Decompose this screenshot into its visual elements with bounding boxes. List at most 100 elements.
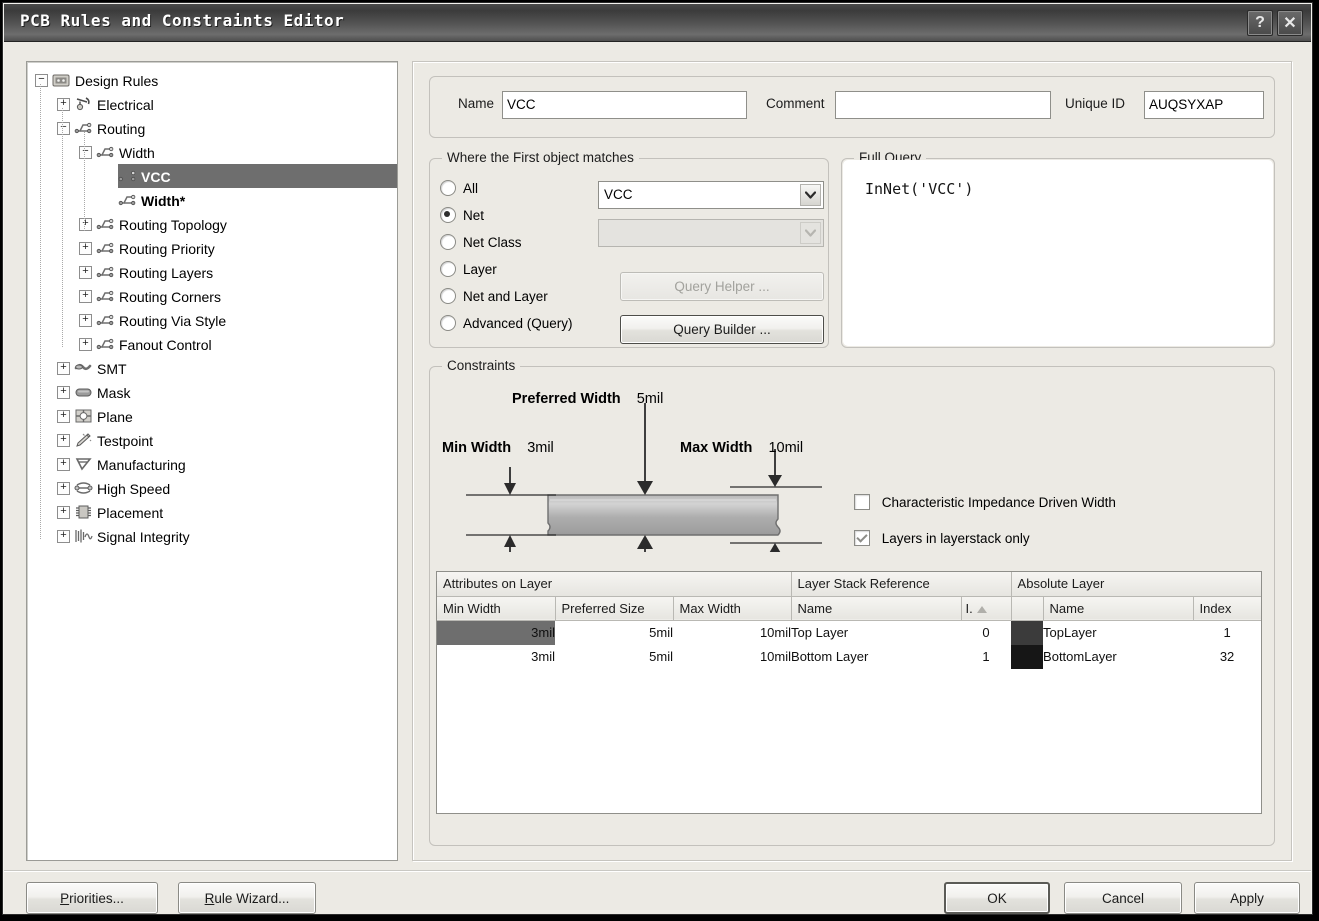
- column-header-preferred-size[interactable]: Preferred Size: [555, 596, 673, 620]
- tree-item-width[interactable]: −Width: [27, 140, 397, 164]
- cell-preferred-size[interactable]: 5mil: [555, 620, 673, 645]
- layers-in-layerstack-checkbox[interactable]: Layers in layerstack only: [854, 531, 1030, 547]
- tree-item-mask[interactable]: +Mask: [27, 380, 397, 404]
- radio-net-class[interactable]: Net Class: [440, 235, 522, 251]
- query-builder-button[interactable]: Query Builder ...: [620, 315, 824, 344]
- cell-absolute-index[interactable]: 32: [1193, 645, 1261, 669]
- expand-toggle-icon[interactable]: +: [57, 362, 70, 375]
- tree-item-plane[interactable]: +Plane: [27, 404, 397, 428]
- cell-stack-index[interactable]: 1: [961, 645, 1011, 669]
- layer-constraints-table[interactable]: Attributes on Layer Layer Stack Referenc…: [436, 571, 1262, 814]
- cell-layer-color[interactable]: [1011, 620, 1043, 645]
- radio-indicator[interactable]: [440, 234, 456, 250]
- full-query-textarea[interactable]: InNet('VCC'): [843, 160, 1273, 346]
- tree-item-routing-corners[interactable]: +Routing Corners: [27, 284, 397, 308]
- expand-toggle-icon[interactable]: +: [57, 530, 70, 543]
- expand-toggle-icon[interactable]: +: [57, 434, 70, 447]
- checkbox-box[interactable]: [854, 494, 870, 510]
- expand-toggle-icon[interactable]: +: [79, 314, 92, 327]
- cell-max-width[interactable]: 10mil: [673, 645, 791, 669]
- help-button[interactable]: ?: [1247, 10, 1273, 36]
- rules-tree-panel[interactable]: −Design Rules+Electrical−Routing−Width+V…: [26, 61, 398, 861]
- group-header-absolute-layer[interactable]: Absolute Layer: [1011, 572, 1261, 596]
- apply-button[interactable]: Apply: [1194, 882, 1300, 914]
- group-header-attributes-on-layer[interactable]: Attributes on Layer: [437, 572, 791, 596]
- cell-preferred-size[interactable]: 5mil: [555, 645, 673, 669]
- tree-item-routing-via-style[interactable]: +Routing Via Style: [27, 308, 397, 332]
- expand-toggle-icon[interactable]: +: [57, 386, 70, 399]
- column-header-absolute-index[interactable]: Index: [1193, 596, 1261, 620]
- column-header-min-width[interactable]: Min Width: [437, 596, 555, 620]
- radio-indicator[interactable]: [440, 288, 456, 304]
- tree-item-routing-priority[interactable]: +Routing Priority: [27, 236, 397, 260]
- tree-item-routing[interactable]: −Routing: [27, 116, 397, 140]
- unique-id-input[interactable]: AUQSYXAP: [1144, 91, 1264, 119]
- tree-item-high-speed[interactable]: + High Speed: [27, 476, 397, 500]
- radio-indicator[interactable]: [440, 180, 456, 196]
- group-header-layer-stack-reference[interactable]: Layer Stack Reference: [791, 572, 1011, 596]
- tree-item-vcc[interactable]: +VCC: [27, 164, 397, 188]
- expand-toggle-icon[interactable]: +: [79, 338, 92, 351]
- column-header-stack-name[interactable]: Name: [791, 596, 961, 620]
- radio-indicator[interactable]: [440, 207, 456, 223]
- characteristic-impedance-checkbox[interactable]: Characteristic Impedance Driven Width: [854, 495, 1116, 511]
- cell-stack-index[interactable]: 0: [961, 620, 1011, 645]
- radio-net-and-layer[interactable]: Net and Layer: [440, 289, 548, 305]
- collapse-toggle-icon[interactable]: −: [79, 146, 92, 159]
- tree-item-electrical[interactable]: +Electrical: [27, 92, 397, 116]
- radio-net[interactable]: Net: [440, 208, 484, 224]
- cell-max-width[interactable]: 10mil: [673, 620, 791, 645]
- rule-wizard-button[interactable]: Rule Wizard...: [178, 882, 316, 914]
- tree-item-routing-topology[interactable]: +Routing Topology: [27, 212, 397, 236]
- close-button[interactable]: ✕: [1277, 10, 1303, 36]
- cell-absolute-name[interactable]: TopLayer: [1043, 620, 1193, 645]
- collapse-toggle-icon[interactable]: −: [35, 74, 48, 87]
- tree-item-fanout-control[interactable]: +Fanout Control: [27, 332, 397, 356]
- radio-indicator[interactable]: [440, 261, 456, 277]
- collapse-toggle-icon[interactable]: −: [57, 122, 70, 135]
- column-header-layer-color[interactable]: [1011, 596, 1043, 620]
- cell-min-width[interactable]: 3mil: [437, 620, 555, 645]
- expand-toggle-icon[interactable]: +: [79, 290, 92, 303]
- expand-toggle-icon[interactable]: +: [57, 506, 70, 519]
- name-input[interactable]: VCC: [502, 91, 747, 119]
- tree-item-testpoint[interactable]: +Testpoint: [27, 428, 397, 452]
- tree-item-design-rules[interactable]: −Design Rules: [27, 68, 397, 92]
- radio-all[interactable]: All: [440, 181, 478, 197]
- table-row[interactable]: 3mil5mil10milBottom Layer1 BottomLayer32: [437, 645, 1261, 669]
- tree-item-width[interactable]: +Width*: [27, 188, 397, 212]
- cell-layer-color[interactable]: [1011, 645, 1043, 669]
- cell-absolute-index[interactable]: 1: [1193, 620, 1261, 645]
- tree-item-placement[interactable]: +Placement: [27, 500, 397, 524]
- expand-toggle-icon[interactable]: +: [57, 410, 70, 423]
- chevron-down-icon[interactable]: [800, 184, 821, 206]
- tree-item-label: High Speed: [94, 477, 176, 501]
- expand-toggle-icon[interactable]: +: [57, 458, 70, 471]
- tree-item-signal-integrity[interactable]: +Signal Integrity: [27, 524, 397, 548]
- radio-advanced-query[interactable]: Advanced (Query): [440, 316, 573, 332]
- radio-indicator[interactable]: [440, 315, 456, 331]
- column-header-max-width[interactable]: Max Width: [673, 596, 791, 620]
- tree-item-smt[interactable]: +SMT: [27, 356, 397, 380]
- checkbox-box[interactable]: [854, 530, 870, 546]
- tree-item-routing-layers[interactable]: +Routing Layers: [27, 260, 397, 284]
- radio-layer[interactable]: Layer: [440, 262, 497, 278]
- cancel-button[interactable]: Cancel: [1064, 882, 1182, 914]
- cell-absolute-name[interactable]: BottomLayer: [1043, 645, 1193, 669]
- tree-item-manufacturing[interactable]: +Manufacturing: [27, 452, 397, 476]
- expand-toggle-icon[interactable]: +: [79, 218, 92, 231]
- expand-toggle-icon[interactable]: +: [57, 482, 70, 495]
- priorities-button[interactable]: Priorities...: [26, 882, 158, 914]
- cell-min-width[interactable]: 3mil: [437, 645, 555, 669]
- net-combo[interactable]: VCC: [598, 181, 824, 209]
- comment-input[interactable]: [835, 91, 1051, 119]
- cell-stack-name[interactable]: Bottom Layer: [791, 645, 961, 669]
- ok-button[interactable]: OK: [944, 882, 1050, 914]
- column-header-absolute-name[interactable]: Name: [1043, 596, 1193, 620]
- cell-stack-name[interactable]: Top Layer: [791, 620, 961, 645]
- column-header-stack-index[interactable]: I.: [961, 596, 1011, 620]
- table-row[interactable]: 3mil5mil10milTop Layer0 TopLayer1: [437, 620, 1261, 645]
- expand-toggle-icon[interactable]: +: [79, 266, 92, 279]
- expand-toggle-icon[interactable]: +: [57, 98, 70, 111]
- expand-toggle-icon[interactable]: +: [79, 242, 92, 255]
